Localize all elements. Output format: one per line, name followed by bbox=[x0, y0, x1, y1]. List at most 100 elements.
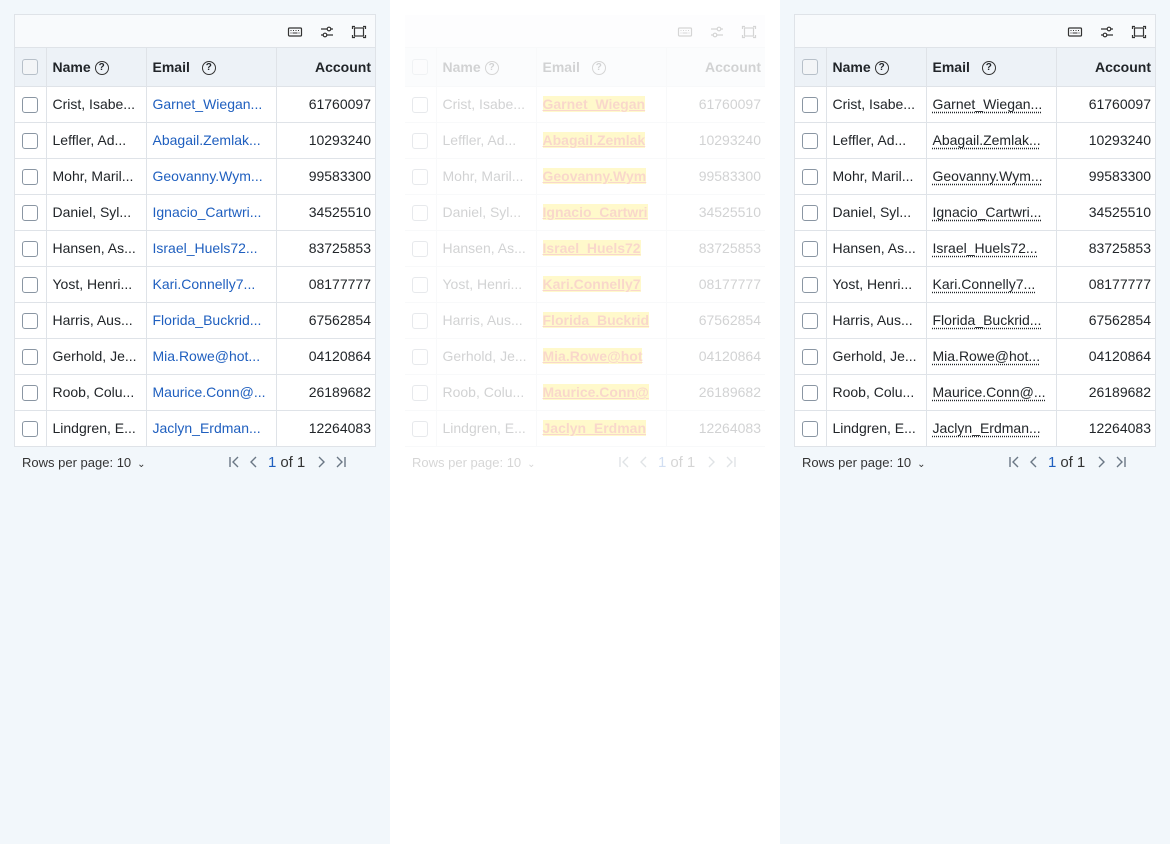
email-link[interactable]: Kari.Connelly7... bbox=[933, 276, 1036, 292]
row-checkbox[interactable] bbox=[22, 132, 39, 149]
row-checkbox[interactable] bbox=[22, 312, 39, 329]
row-checkbox[interactable] bbox=[412, 420, 429, 437]
email-link[interactable]: Kari.Connelly7 bbox=[542, 276, 641, 292]
email-link[interactable]: Jaclyn_Erdman... bbox=[153, 420, 261, 436]
row-checkbox[interactable] bbox=[22, 204, 39, 221]
email-link[interactable]: Garnet_Wiegan bbox=[542, 96, 646, 112]
help-icon[interactable]: ? bbox=[94, 60, 109, 75]
table-row[interactable]: Yost, Henri... Kari.Connelly7... 08177777 bbox=[795, 266, 1155, 303]
table-row[interactable]: Crist, Isabe... Garnet_Wiegan... 61760097 bbox=[795, 86, 1155, 123]
row-checkbox[interactable] bbox=[22, 384, 39, 401]
table-row[interactable]: Gerhold, Je... Mia.Rowe@hot... 04120864 bbox=[795, 338, 1155, 375]
email-link[interactable]: Israel_Huels72... bbox=[933, 240, 1038, 256]
help-icon[interactable]: ? bbox=[201, 60, 216, 75]
table-row[interactable]: Hansen, As... Israel_Huels72... 83725853 bbox=[795, 230, 1155, 267]
table-row[interactable]: Mohr, Maril... Geovanny.Wym... 99583300 bbox=[15, 158, 375, 195]
table-row[interactable]: Roob, Colu... Maurice.Conn@... 26189682 bbox=[15, 374, 375, 411]
table-row[interactable]: Hansen, As... Israel_Huels72... 83725853 bbox=[15, 230, 375, 267]
filter-settings-icon[interactable] bbox=[318, 23, 336, 40]
fullscreen-icon[interactable] bbox=[740, 23, 758, 40]
help-icon[interactable]: ? bbox=[874, 60, 889, 75]
email-link[interactable]: Ignacio_Cartwri bbox=[542, 204, 648, 220]
email-link[interactable]: Maurice.Conn@ bbox=[542, 384, 649, 400]
table-row[interactable]: Leffler, Ad... Abagail.Zemlak 10293240 bbox=[405, 122, 765, 159]
row-checkbox[interactable] bbox=[802, 276, 819, 293]
table-row[interactable]: Mohr, Maril... Geovanny.Wym 99583300 bbox=[405, 158, 765, 195]
row-checkbox[interactable] bbox=[802, 168, 819, 185]
email-link[interactable]: Maurice.Conn@... bbox=[153, 384, 266, 400]
last-page-icon[interactable] bbox=[721, 453, 741, 471]
last-page-icon[interactable] bbox=[1111, 453, 1131, 471]
email-link[interactable]: Florida_Buckrid... bbox=[933, 312, 1042, 328]
email-link[interactable]: Ignacio_Cartwri... bbox=[933, 204, 1042, 220]
keyboard-icon[interactable] bbox=[1066, 23, 1084, 40]
row-checkbox[interactable] bbox=[412, 312, 429, 329]
row-checkbox[interactable] bbox=[802, 240, 819, 257]
email-link[interactable]: Kari.Connelly7... bbox=[153, 276, 256, 292]
next-page-icon[interactable] bbox=[1091, 453, 1111, 471]
select-all-checkbox[interactable] bbox=[22, 59, 39, 76]
email-link[interactable]: Mia.Rowe@hot... bbox=[153, 348, 261, 364]
email-link[interactable]: Florida_Buckrid... bbox=[153, 312, 262, 328]
fullscreen-icon[interactable] bbox=[1130, 23, 1148, 40]
row-checkbox[interactable] bbox=[22, 96, 39, 113]
row-checkbox[interactable] bbox=[412, 96, 429, 113]
table-row[interactable]: Gerhold, Je... Mia.Rowe@hot 04120864 bbox=[405, 338, 765, 375]
table-row[interactable]: Daniel, Syl... Ignacio_Cartwri... 34525510 bbox=[15, 194, 375, 231]
first-page-icon[interactable] bbox=[614, 453, 634, 471]
column-header-name[interactable]: Name? bbox=[826, 48, 927, 87]
email-link[interactable]: Florida_Buckrid bbox=[542, 312, 650, 328]
email-link[interactable]: Israel_Huels72... bbox=[153, 240, 258, 256]
email-link[interactable]: Garnet_Wiegan... bbox=[933, 96, 1043, 112]
keyboard-icon[interactable] bbox=[286, 23, 304, 40]
table-row[interactable]: Gerhold, Je... Mia.Rowe@hot... 04120864 bbox=[15, 338, 375, 375]
filter-settings-icon[interactable] bbox=[1098, 23, 1116, 40]
rows-per-page-select[interactable]: Rows per page: 10 ⌄ bbox=[802, 455, 926, 470]
column-header-account[interactable]: Account bbox=[1056, 48, 1155, 87]
row-checkbox[interactable] bbox=[22, 348, 39, 365]
table-row[interactable]: Crist, Isabe... Garnet_Wiegan... 61760097 bbox=[15, 86, 375, 123]
row-checkbox[interactable] bbox=[802, 420, 819, 437]
email-link[interactable]: Geovanny.Wym bbox=[542, 168, 647, 184]
email-link[interactable]: Maurice.Conn@... bbox=[933, 384, 1046, 400]
table-row[interactable]: Yost, Henri... Kari.Connelly7 08177777 bbox=[405, 266, 765, 303]
row-checkbox[interactable] bbox=[802, 384, 819, 401]
table-row[interactable]: Crist, Isabe... Garnet_Wiegan 61760097 bbox=[405, 86, 765, 123]
row-checkbox[interactable] bbox=[412, 168, 429, 185]
first-page-icon[interactable] bbox=[1004, 453, 1024, 471]
column-header-account[interactable]: Account bbox=[666, 48, 765, 87]
filter-settings-icon[interactable] bbox=[708, 23, 726, 40]
first-page-icon[interactable] bbox=[224, 453, 244, 471]
rows-per-page-select[interactable]: Rows per page: 10 ⌄ bbox=[412, 455, 536, 470]
select-all-checkbox[interactable] bbox=[802, 59, 819, 76]
table-row[interactable]: Leffler, Ad... Abagail.Zemlak... 10293240 bbox=[795, 122, 1155, 159]
email-link[interactable]: Mia.Rowe@hot bbox=[542, 348, 643, 364]
column-header-name[interactable]: Name? bbox=[436, 48, 537, 87]
row-checkbox[interactable] bbox=[802, 132, 819, 149]
email-link[interactable]: Abagail.Zemlak bbox=[542, 132, 646, 148]
row-checkbox[interactable] bbox=[412, 204, 429, 221]
column-header-email[interactable]: Email? bbox=[926, 48, 1057, 87]
column-header-name[interactable]: Name? bbox=[46, 48, 147, 87]
table-row[interactable]: Daniel, Syl... Ignacio_Cartwri 34525510 bbox=[405, 194, 765, 231]
table-row[interactable]: Harris, Aus... Florida_Buckrid 67562854 bbox=[405, 302, 765, 339]
email-link[interactable]: Garnet_Wiegan... bbox=[153, 96, 263, 112]
help-icon[interactable]: ? bbox=[981, 60, 996, 75]
table-row[interactable]: Yost, Henri... Kari.Connelly7... 08177777 bbox=[15, 266, 375, 303]
select-all-checkbox[interactable] bbox=[412, 59, 429, 76]
email-link[interactable]: Abagail.Zemlak... bbox=[933, 132, 1041, 148]
row-checkbox[interactable] bbox=[802, 348, 819, 365]
next-page-icon[interactable] bbox=[311, 453, 331, 471]
table-row[interactable]: Harris, Aus... Florida_Buckrid... 67562854 bbox=[15, 302, 375, 339]
row-checkbox[interactable] bbox=[412, 132, 429, 149]
row-checkbox[interactable] bbox=[22, 276, 39, 293]
table-row[interactable]: Mohr, Maril... Geovanny.Wym... 99583300 bbox=[795, 158, 1155, 195]
keyboard-icon[interactable] bbox=[676, 23, 694, 40]
table-row[interactable]: Harris, Aus... Florida_Buckrid... 67562854 bbox=[795, 302, 1155, 339]
next-page-icon[interactable] bbox=[701, 453, 721, 471]
help-icon[interactable]: ? bbox=[484, 60, 499, 75]
row-checkbox[interactable] bbox=[802, 96, 819, 113]
table-row[interactable]: Roob, Colu... Maurice.Conn@... 26189682 bbox=[795, 374, 1155, 411]
row-checkbox[interactable] bbox=[802, 312, 819, 329]
row-checkbox[interactable] bbox=[22, 168, 39, 185]
